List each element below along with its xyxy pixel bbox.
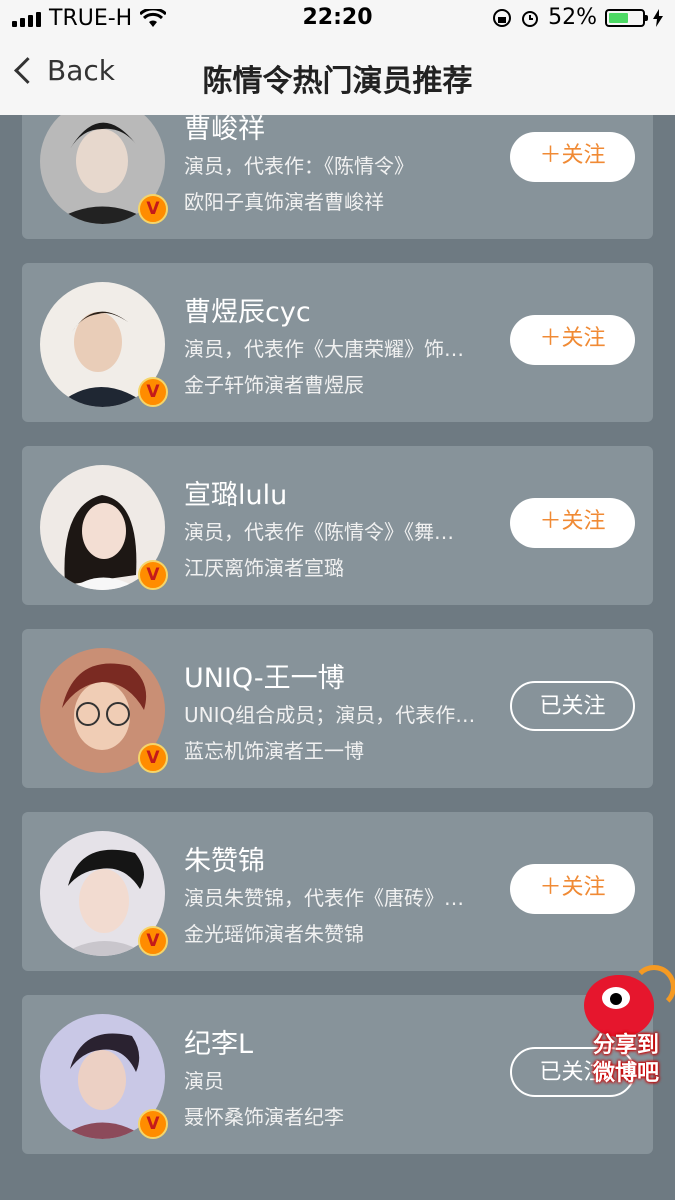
actor-role: 欧阳子真饰演者曹峻祥 [184,190,384,214]
actor-description: 演员，代表作：《陈情令》 [184,154,414,178]
follow-button[interactable]: ＋关注 [510,864,635,914]
battery-icon [605,8,648,27]
share-to-weibo-button[interactable]: 分享到 微博吧 [580,965,675,1090]
actor-card[interactable]: V UNIQ-王一博 UNIQ组合成员；演员，代表作… 蓝忘机饰演者王一博 已关… [22,629,653,788]
rotation-lock-icon [493,8,512,27]
actor-role: 蓝忘机饰演者王一博 [184,739,364,763]
actor-description: 演员 [184,1069,224,1093]
alarm-icon [522,10,539,27]
actor-name[interactable]: 宣璐lulu [184,473,287,512]
actor-card[interactable]: V 宣璐lulu 演员，代表作《陈情令》《舞… 江厌离饰演者宣璐 ＋关注 [22,446,653,605]
following-button[interactable]: 已关注 [510,681,635,731]
actor-description: UNIQ组合成员；演员，代表作… [184,703,476,727]
page-title: 陈情令热门演员推荐 [202,64,473,99]
actor-role: 金光瑶饰演者朱赞锦 [184,922,364,946]
charging-icon [653,8,663,27]
follow-button[interactable]: ＋关注 [510,498,635,548]
verified-badge-icon: V [138,560,168,590]
actor-role: 金子轩饰演者曹煜辰 [184,373,364,397]
status-bar: TRUE-H 22:20 52% [0,0,675,38]
actor-role: 聂怀桑饰演者纪李 [184,1105,344,1129]
nav-bar: Back 陈情令热门演员推荐 [0,38,675,115]
actor-card[interactable]: V 纪李L 演员 聂怀桑饰演者纪李 已关注 [22,995,653,1154]
actor-description: 演员，代表作《陈情令》《舞… [184,520,454,544]
actor-name[interactable]: 曹煜辰cyc [184,290,311,329]
status-right: 52% [492,5,663,30]
follow-button[interactable]: ＋关注 [510,315,635,365]
actor-card[interactable]: V 朱赞锦 演员朱赞锦，代表作《唐砖》… 金光瑶饰演者朱赞锦 ＋关注 [22,812,653,971]
verified-badge-icon: V [138,743,168,773]
actor-role: 江厌离饰演者宣璐 [184,556,344,580]
battery-percent: 52% [548,5,597,30]
follow-button[interactable]: ＋关注 [510,132,635,182]
verified-badge-icon: V [138,1109,168,1139]
verified-badge-icon: V [138,194,168,224]
actor-name[interactable]: 纪李L [184,1022,253,1061]
actor-description: 演员朱赞锦，代表作《唐砖》… [184,886,464,910]
weibo-pupil-icon [610,993,622,1005]
verified-badge-icon: V [138,926,168,956]
actor-name[interactable]: UNIQ-王一博 [184,656,345,695]
actor-card[interactable]: V 曹煜辰cyc 演员，代表作《大唐荣耀》饰… 金子轩饰演者曹煜辰 ＋关注 [22,263,653,422]
actor-name[interactable]: 朱赞锦 [184,839,265,878]
share-text-line2: 微博吧 [592,1061,659,1086]
top-bar: TRUE-H 22:20 52% Back 陈情令热门演员推荐 [0,0,675,115]
actor-list: V 曹峻祥 演员，代表作：《陈情令》 欧阳子真饰演者曹峻祥 ＋关注 V 曹煜辰c… [22,80,653,1178]
verified-badge-icon: V [138,377,168,407]
actor-description: 演员，代表作《大唐荣耀》饰… [184,337,464,361]
